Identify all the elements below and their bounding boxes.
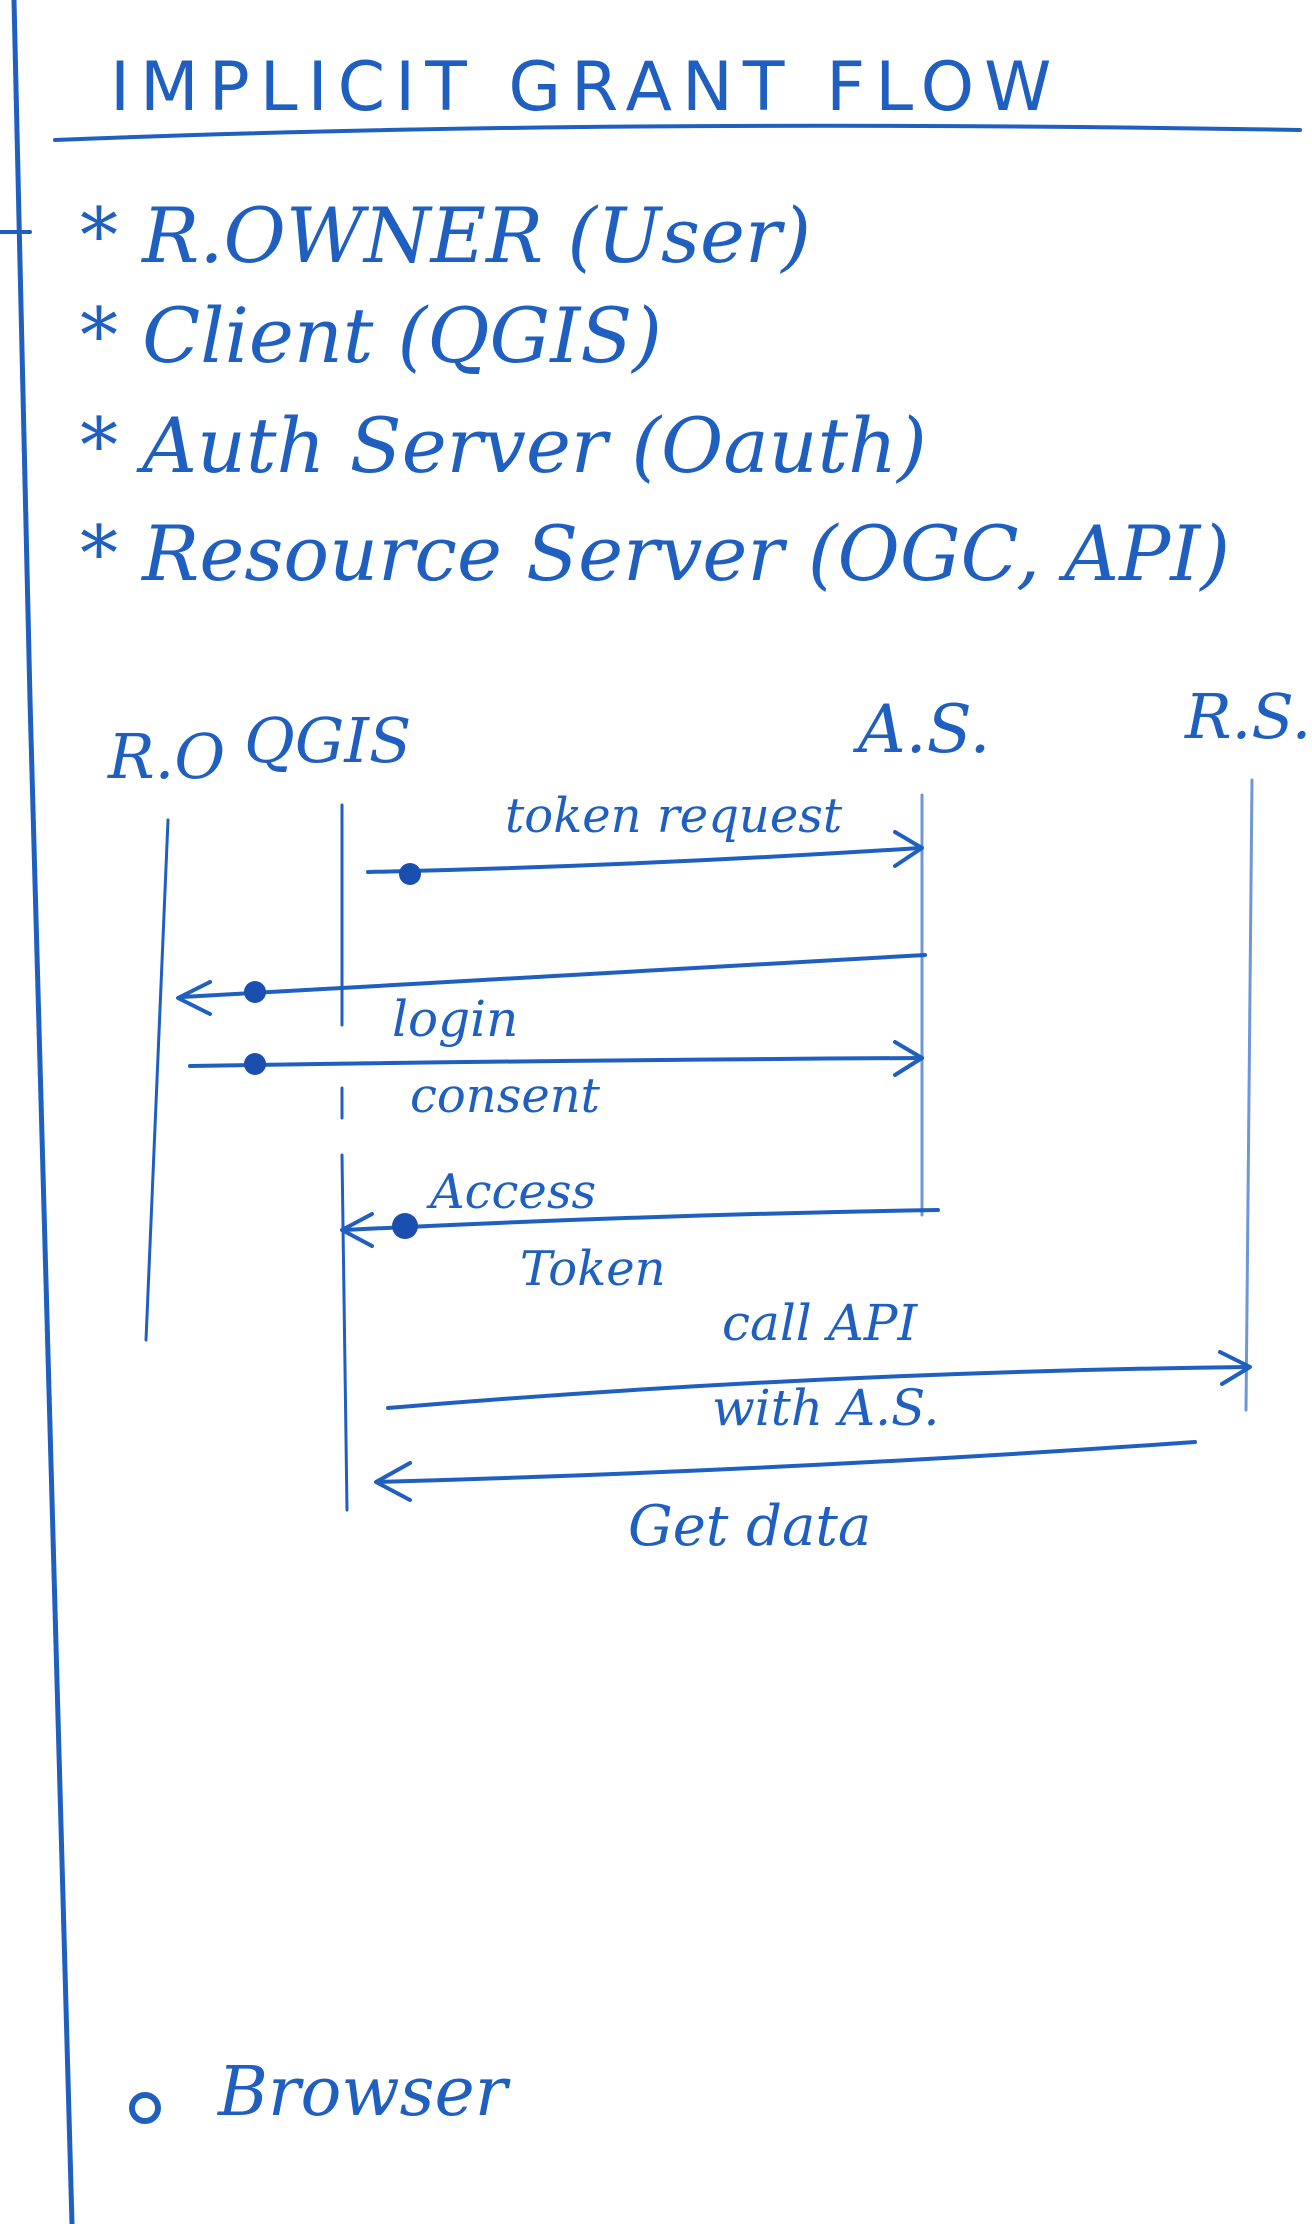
lifelines xyxy=(144,778,1254,1512)
arrow-get-data xyxy=(376,1440,1197,1484)
margin-line xyxy=(11,0,75,2224)
label-browser: Browser xyxy=(216,2053,511,2132)
message-call-api: call API with A.S. xyxy=(386,1294,1252,1437)
role-auth-server: * Auth Server (Oauth) xyxy=(80,401,927,490)
message-login-prompt: login xyxy=(176,953,927,1048)
role-client: * Client (QGIS) xyxy=(80,291,662,380)
page-title: IMPLICIT GRANT FLOW xyxy=(110,48,1061,127)
label-login: login xyxy=(392,990,518,1048)
lane-label-rs: R.S. xyxy=(1184,680,1311,753)
lifeline-client-bottom xyxy=(340,1153,349,1512)
label-access: Access xyxy=(426,1164,596,1220)
title-underline xyxy=(53,123,1302,142)
arrow-consent xyxy=(188,1056,924,1068)
bullet-browser xyxy=(129,2092,161,2124)
role-resource-owner: * R.OWNER (User) xyxy=(80,191,811,280)
lane-label-client: QGIS xyxy=(244,704,411,777)
lifeline-rs xyxy=(1244,778,1254,1412)
label-token-request: token request xyxy=(505,788,843,844)
message-consent: consent xyxy=(188,1040,924,1124)
role-resource-server: * Resource Server (OGC, API) xyxy=(80,509,1230,598)
lane-label-ro: R.O xyxy=(107,720,225,793)
arrow-login-prompt xyxy=(180,953,927,999)
whiteboard-sheet: IMPLICIT GRANT FLOW * R.OWNER (User) * C… xyxy=(0,0,1311,2224)
message-access-token: Access Token xyxy=(340,1164,940,1297)
arrow-token-request xyxy=(366,846,922,874)
message-token-request: token request xyxy=(366,788,924,885)
label-consent: consent xyxy=(410,1068,601,1124)
dot-token-request xyxy=(399,863,421,885)
lifeline-ro xyxy=(144,818,170,1342)
label-with-as: with A.S. xyxy=(712,1379,939,1437)
label-token: Token xyxy=(520,1241,666,1297)
dot-login-prompt xyxy=(244,981,266,1003)
dot-consent xyxy=(244,1053,266,1075)
label-call-api: call API xyxy=(722,1294,918,1352)
lane-label-as: A.S. xyxy=(852,691,990,768)
message-get-data: Get data xyxy=(374,1440,1197,1559)
lane-headers: R.O QGIS A.S. R.S. xyxy=(107,680,1311,793)
roles-list: * R.OWNER (User) * Client (QGIS) * Auth … xyxy=(80,191,1230,598)
label-get-data: Get data xyxy=(628,1494,871,1559)
note-browser: Browser xyxy=(129,2053,511,2132)
dot-access-token xyxy=(392,1213,418,1239)
